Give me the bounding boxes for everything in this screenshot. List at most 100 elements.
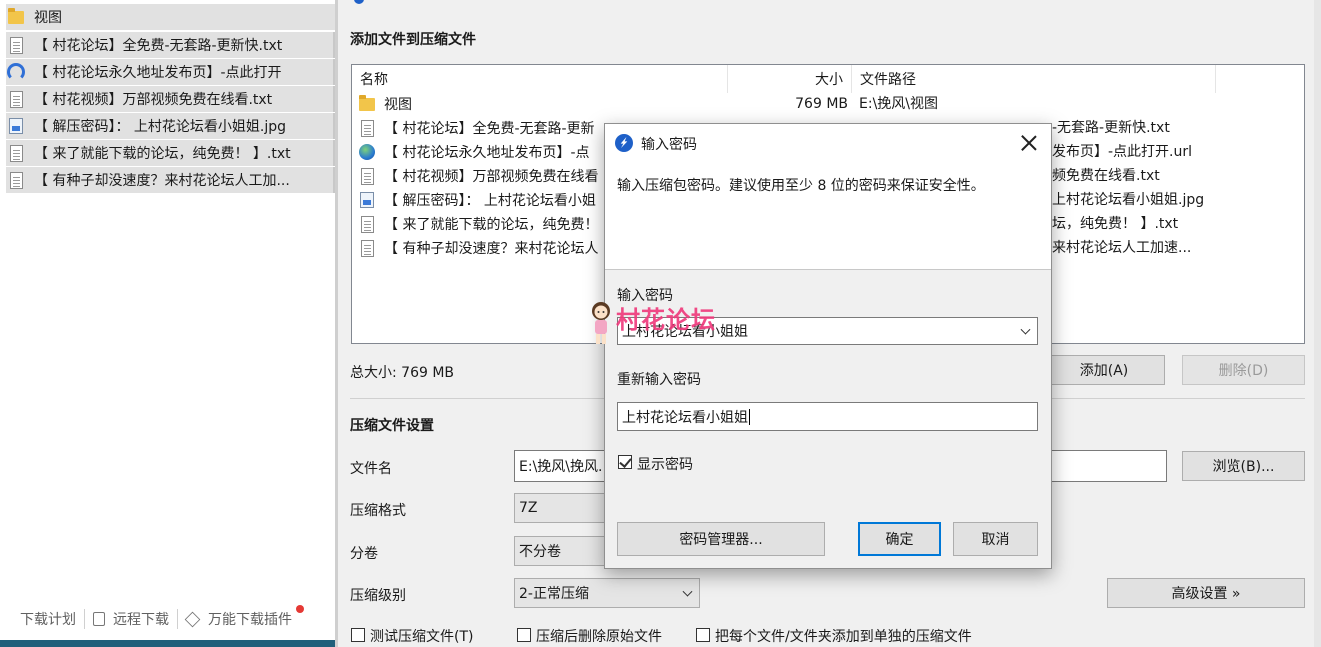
format-value: 7Z	[519, 500, 538, 516]
list-item-label: 【 来了就能下载的论坛，纯免费！ 】.txt	[34, 146, 291, 162]
table-row[interactable]: 视图 769 MB E:\挽风\视图	[352, 92, 1304, 116]
file-path: -无套路-更新快.txt	[1052, 120, 1170, 136]
repeat-password-input[interactable]: 上村花论坛看小姐姐	[617, 402, 1038, 431]
list-item[interactable]: 【 村花论坛】全免费-无套路-更新快.txt	[6, 32, 337, 58]
column-header-size[interactable]: 大小	[728, 65, 852, 93]
remote-download-button[interactable]: 远程下载	[85, 609, 178, 629]
delete-button[interactable]: 删除(D)	[1182, 355, 1305, 385]
browse-button[interactable]: 浏览(B)...	[1182, 451, 1305, 481]
dialog-title: 输入密码	[641, 137, 697, 153]
file-name: 视图	[384, 97, 412, 113]
level-select[interactable]: 2-正常压缩	[514, 578, 700, 608]
file-name: 【 村花视频】万部视频免费在线看	[384, 169, 599, 185]
delete-after-label: 压缩后删除原始文件	[536, 629, 662, 645]
list-item-label: 【 村花视频】万部视频免费在线看.txt	[34, 92, 273, 108]
file-name: 【 来了就能下载的论坛，纯免费！	[384, 217, 599, 233]
remote-download-icon	[93, 612, 105, 626]
dialog-divider	[605, 269, 1051, 270]
file-name: 【 村花论坛】全免费-无套路-更新	[384, 121, 595, 137]
list-item[interactable]: 【 村花视频】万部视频免费在线看.txt	[6, 86, 337, 112]
chevron-down-icon	[682, 586, 693, 597]
cartoon-girl-icon	[592, 302, 610, 344]
password-manager-button[interactable]: 密码管理器...	[617, 522, 825, 556]
download-plugin-button[interactable]: 万能下载插件	[178, 605, 304, 629]
link-icon	[6, 62, 26, 82]
plugin-cube-icon	[184, 611, 201, 627]
dialog-description: 输入压缩包密码。建议使用至少 8 位的密码来保证安全性。	[617, 178, 985, 194]
section-title: 添加文件到压缩文件	[350, 32, 476, 48]
watermark-text: 村花论坛	[616, 306, 716, 334]
file-path: E:\挽风\视图	[859, 96, 938, 112]
remote-download-label: 远程下载	[113, 612, 169, 628]
volume-label: 分卷	[350, 546, 378, 562]
show-password-checkbox[interactable]	[618, 455, 632, 469]
image-file-icon	[358, 191, 376, 209]
text-file-icon	[358, 239, 376, 257]
download-plan-button[interactable]: 下载计划	[0, 609, 85, 629]
file-name: 【 解压密码】： 上村花论坛看小姐	[384, 193, 596, 209]
list-item-label: 视图	[34, 10, 62, 26]
dialog-description-area: 输入压缩包密码。建议使用至少 8 位的密码来保证安全性。	[605, 162, 1051, 269]
file-name: 【 村花论坛永久地址发布页】-点	[384, 145, 590, 161]
column-size-label: 大小	[815, 72, 843, 88]
dialog-titlebar: 输入密码	[605, 124, 1051, 162]
top-status-dot	[354, 0, 364, 4]
list-item-label: 【 有种子却没速度？来村花论坛人工加...	[34, 173, 290, 189]
total-size: 总大小: 769 MB	[350, 365, 455, 381]
chevron-down-icon[interactable]	[1020, 324, 1031, 335]
list-item-label: 【 解压密码】： 上村花论坛看小姐姐.jpg	[34, 119, 287, 135]
text-file-icon	[6, 89, 26, 109]
list-item[interactable]: 【 来了就能下载的论坛，纯免费！ 】.txt	[6, 140, 337, 166]
delete-after-checkbox[interactable]	[517, 628, 531, 642]
column-header-name[interactable]: 名称	[352, 65, 728, 93]
text-caret	[749, 408, 750, 425]
app-logo-icon	[615, 134, 633, 152]
scrollbar-edge	[1314, 0, 1321, 647]
file-path: 来村花论坛人工加速...	[1052, 240, 1192, 256]
text-file-icon	[358, 215, 376, 233]
cancel-button[interactable]: 取消	[953, 522, 1038, 556]
folder-icon	[6, 7, 26, 27]
text-file-icon	[358, 167, 376, 185]
level-label: 压缩级别	[350, 588, 406, 604]
test-archive-checkbox[interactable]	[351, 628, 365, 642]
repeat-password-label: 重新输入密码	[617, 372, 701, 388]
separate-archives-checkbox[interactable]	[696, 628, 710, 642]
repeat-password-value: 上村花论坛看小姐姐	[622, 409, 748, 426]
list-item-label: 【 村花论坛】全免费-无套路-更新快.txt	[34, 38, 283, 54]
filename-value: E:\挽风\挽风.	[519, 459, 603, 475]
text-file-icon	[6, 143, 26, 163]
file-size: 769 MB	[795, 96, 848, 112]
separate-archives-label: 把每个文件/文件夹添加到单独的压缩文件	[715, 629, 972, 645]
list-item[interactable]: 【 村花论坛永久地址发布页】-点此打开	[6, 59, 337, 85]
download-toolbar: 下载计划 远程下载 万能下载插件	[0, 602, 337, 636]
file-path: 频免费在线看.txt	[1052, 168, 1160, 184]
notification-dot	[296, 605, 304, 613]
download-plan-label: 下载计划	[20, 612, 76, 628]
show-password-label: 显示密码	[637, 457, 693, 473]
filename-label: 文件名	[350, 461, 392, 477]
file-name: 【 有种子却没速度？来村花论坛人	[384, 241, 599, 257]
column-header-path[interactable]: 文件路径	[852, 65, 1216, 93]
globe-icon	[358, 143, 376, 161]
text-file-icon	[358, 119, 376, 137]
list-item[interactable]: 【 解压密码】： 上村花论坛看小姐姐.jpg	[6, 113, 337, 139]
column-name-label: 名称	[360, 72, 388, 88]
file-path: 发布页】-点此打开.url	[1052, 144, 1193, 160]
level-value: 2-正常压缩	[519, 586, 589, 602]
file-path: 坛，纯免费！ 】.txt	[1052, 216, 1179, 232]
settings-title: 压缩文件设置	[350, 418, 434, 434]
text-file-icon	[6, 170, 26, 190]
list-item-label: 【 村花论坛永久地址发布页】-点此打开	[34, 65, 282, 81]
column-path-label: 文件路径	[860, 72, 916, 88]
ok-button[interactable]: 确定	[858, 522, 941, 556]
download-plugin-label: 万能下载插件	[208, 612, 292, 628]
add-button[interactable]: 添加(A)	[1043, 355, 1165, 385]
file-path: 上村花论坛看小姐姐.jpg	[1052, 192, 1205, 208]
advanced-settings-button[interactable]: 高级设置 »	[1107, 578, 1305, 608]
taskbar-strip	[0, 640, 337, 647]
list-item[interactable]: 【 有种子却没速度？来村花论坛人工加...	[6, 167, 337, 193]
list-item[interactable]: 视图	[6, 4, 337, 30]
close-icon[interactable]	[1019, 133, 1039, 153]
left-file-panel: 视图 【 村花论坛】全免费-无套路-更新快.txt 【 村花论坛永久地址发布页】…	[0, 0, 337, 647]
